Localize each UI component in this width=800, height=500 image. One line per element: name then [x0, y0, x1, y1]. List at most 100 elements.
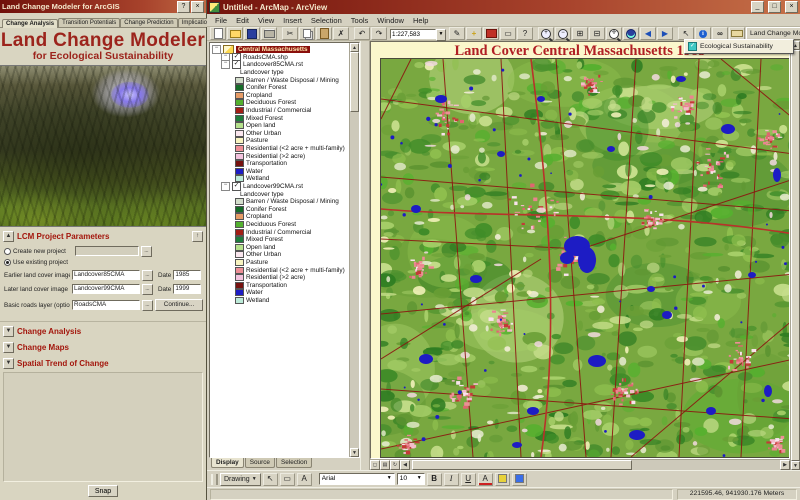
fill-color-icon[interactable]	[494, 472, 510, 486]
legend-swatch[interactable]	[235, 289, 244, 297]
italic-button[interactable]: I	[443, 472, 459, 486]
bold-button[interactable]: B	[426, 472, 442, 486]
earlier-browse-button[interactable]: ...	[142, 269, 153, 281]
redo-icon[interactable]: ↷	[371, 27, 387, 40]
toc-tab-source[interactable]: Source	[244, 458, 275, 468]
fixed-zoom-out-icon[interactable]: ⊟	[589, 27, 605, 40]
map-scale-combo[interactable]: 1:227,583 ▼	[390, 28, 446, 41]
map-canvas[interactable]: Land Cover Central Massachusetts 1985	[370, 41, 790, 459]
arcmap-titlebar[interactable]: Untitled - ArcMap - ArcView _ □ ×	[207, 0, 800, 14]
data-view-icon[interactable]: ◻	[370, 460, 380, 470]
lcm-section-change-maps[interactable]: ▼ Change Maps	[0, 341, 206, 354]
maximize-button[interactable]: □	[768, 1, 781, 13]
menu-selection[interactable]: Selection	[307, 16, 346, 25]
lcm-close-button[interactable]: ×	[191, 0, 204, 13]
legend-swatch[interactable]	[235, 160, 244, 168]
scrollbar-track[interactable]	[410, 460, 780, 470]
lcm-menu-item-ecological-sustainability[interactable]: Ecological Sustainability	[700, 43, 773, 50]
scroll-up-icon[interactable]: ▲	[350, 43, 359, 52]
arccatalog-icon[interactable]: ▭	[500, 27, 516, 40]
legend-swatch[interactable]	[235, 145, 244, 153]
lcm-section-spatial-trend-of-change[interactable]: ▼ Spatial Trend of Change	[0, 357, 206, 370]
dataframe-label[interactable]: Central Massachusetts	[236, 46, 310, 54]
pan-icon[interactable]: ✛	[606, 27, 622, 40]
snap-button[interactable]: Snap	[88, 485, 118, 497]
legend-swatch[interactable]	[235, 228, 244, 236]
roads-browse-button[interactable]: ...	[142, 299, 153, 311]
legend-swatch[interactable]	[235, 84, 244, 92]
legend-swatch[interactable]	[235, 243, 244, 251]
toc-tab-selection[interactable]: Selection	[275, 458, 313, 468]
later-browse-button[interactable]: ...	[142, 283, 153, 295]
chevron-down-icon[interactable]: ▼	[436, 28, 446, 41]
scroll-left-icon[interactable]: ◀	[400, 460, 410, 470]
later-image-field[interactable]: Landcover99CMA	[72, 284, 140, 294]
save-icon[interactable]	[244, 27, 260, 40]
menu-tools[interactable]: Tools	[347, 16, 373, 25]
next-extent-icon[interactable]: ▶	[657, 27, 673, 40]
legend-swatch[interactable]	[235, 152, 244, 160]
zoom-out-icon[interactable]: −	[555, 27, 571, 40]
close-button[interactable]: ×	[785, 1, 798, 13]
drawing-menu-button[interactable]: Drawing ▼	[220, 472, 261, 486]
scrollbar-thumb[interactable]	[412, 460, 632, 470]
add-data-icon[interactable]: +	[466, 27, 482, 40]
layer-label[interactable]: Landcover99CMA.rst	[243, 183, 303, 190]
lcm-tab-transition-potentials[interactable]: Transition Potentials	[58, 18, 121, 27]
use-existing-project-radio[interactable]	[4, 258, 11, 266]
legend-swatch[interactable]	[235, 129, 244, 137]
rectangle-tool-icon[interactable]: ▭	[279, 472, 295, 486]
full-extent-icon[interactable]	[623, 27, 639, 40]
zoom-in-icon[interactable]: +	[538, 27, 554, 40]
lcm-section-change-analysis[interactable]: ▼ Change Analysis	[0, 325, 206, 338]
scrollbar-thumb[interactable]	[791, 50, 800, 461]
minimize-button[interactable]: _	[751, 1, 764, 13]
legend-swatch[interactable]	[235, 91, 244, 99]
paste-icon[interactable]	[316, 27, 332, 40]
new-document-icon[interactable]	[210, 27, 226, 40]
panel-splitter[interactable]	[360, 41, 370, 470]
layer-label[interactable]: RoadsCMA.shp	[243, 54, 288, 61]
lcm-section-project-parameters[interactable]: ▲ LCM Project Parameters ↑	[0, 230, 206, 243]
legend-swatch[interactable]	[235, 107, 244, 115]
earlier-image-field[interactable]: Landcover85CMA	[72, 270, 140, 280]
map-horizontal-scrollbar[interactable]: ◻ ▤ ↻ ◀ ▶	[370, 459, 790, 470]
legend-swatch[interactable]	[235, 251, 244, 259]
toolbar-grip[interactable]	[211, 473, 218, 485]
editor-pencil-icon[interactable]: ✎	[449, 27, 465, 40]
collapse-up-icon[interactable]: ▲	[3, 231, 14, 242]
scroll-right-icon[interactable]: ▶	[780, 460, 790, 470]
tree-expander-icon[interactable]: −	[221, 60, 230, 70]
scrollbar-thumb[interactable]	[350, 52, 359, 112]
legend-swatch[interactable]	[235, 76, 244, 84]
landcover-map-image[interactable]	[380, 58, 789, 458]
checked-checkbox-icon[interactable]: ✓	[688, 42, 697, 51]
map-scale-value[interactable]: 1:227,583	[390, 28, 436, 39]
fixed-zoom-in-icon[interactable]: ⊞	[572, 27, 588, 40]
project-browse-button[interactable]: ...	[141, 245, 152, 257]
menu-insert[interactable]: Insert	[279, 16, 306, 25]
undo-icon[interactable]: ↶	[354, 27, 370, 40]
cut-icon[interactable]: ✂	[282, 27, 298, 40]
legend-swatch[interactable]	[235, 137, 244, 145]
copy-icon[interactable]	[299, 27, 315, 40]
font-family-combo[interactable]: Arial ▼	[318, 473, 395, 485]
lcm-help-button[interactable]: ?	[177, 0, 190, 13]
arctoolbox-icon[interactable]	[483, 27, 499, 40]
delete-icon[interactable]: ✗	[333, 27, 349, 40]
scroll-down-icon[interactable]: ▼	[791, 461, 800, 470]
legend-swatch[interactable]	[235, 236, 244, 244]
refresh-view-icon[interactable]: ↻	[390, 460, 400, 470]
legend-swatch[interactable]	[235, 281, 244, 289]
expand-down-icon[interactable]: ▼	[3, 358, 14, 369]
underline-button[interactable]: U	[460, 472, 476, 486]
tree-expander-icon[interactable]: −	[221, 181, 230, 191]
font-size-combo[interactable]: 10 ▼	[396, 473, 425, 485]
legend-swatch[interactable]	[235, 220, 244, 228]
layout-view-icon[interactable]: ▤	[380, 460, 390, 470]
legend-swatch[interactable]	[235, 205, 244, 213]
toc-tab-display[interactable]: Display	[211, 458, 244, 468]
help-icon[interactable]: ?	[517, 27, 533, 40]
menu-window[interactable]: Window	[373, 16, 408, 25]
tree-expander-icon[interactable]: −	[212, 45, 221, 55]
